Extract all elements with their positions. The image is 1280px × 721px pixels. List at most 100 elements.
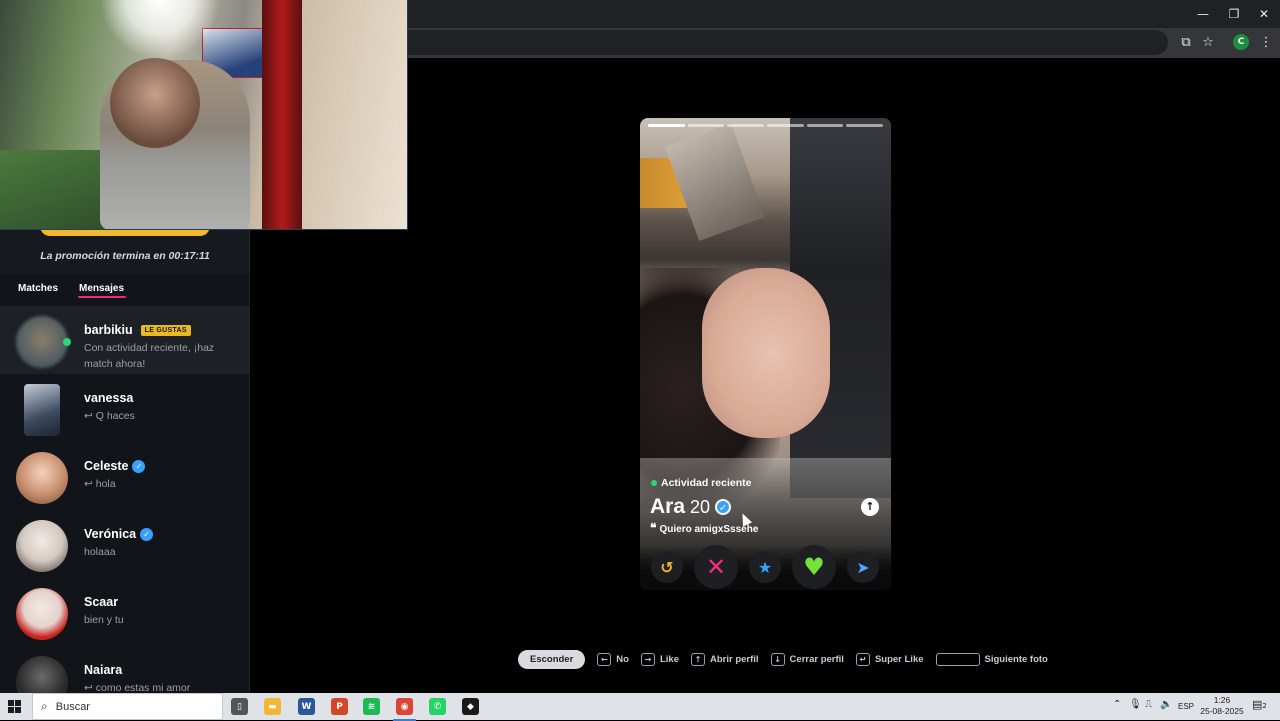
active-tab-indicator — [78, 296, 126, 298]
verified-icon: ✓ — [715, 499, 732, 515]
promo-button[interactable] — [40, 230, 210, 236]
clock[interactable]: 1:26 25-08-2025 — [1198, 695, 1246, 717]
message-name: barbikiu LE GUSTAS — [84, 323, 191, 337]
rewind-button[interactable]: ↺ — [651, 551, 683, 583]
nope-button[interactable]: ✕ — [694, 545, 738, 589]
install-app-icon[interactable]: ⧉ — [1178, 34, 1194, 50]
like-button[interactable]: ♥ — [792, 545, 836, 589]
avatar — [24, 384, 60, 436]
open-profile-button[interactable]: ↑ — [861, 498, 879, 516]
message-name: vanessa — [84, 391, 134, 405]
task-view-icon[interactable]: ▯ — [231, 698, 248, 715]
message-preview: ↩ hola — [84, 478, 116, 490]
hint-next-photo: Siguiente foto — [935, 652, 1048, 666]
profile-photo[interactable] — [640, 118, 891, 590]
language-indicator[interactable]: ESP — [1178, 702, 1194, 711]
profile-icon[interactable]: C — [1233, 34, 1249, 50]
message-preview: Con actividad reciente, ¡haz match ahora… — [84, 342, 215, 370]
hide-hints-button[interactable]: Esconder — [518, 649, 586, 669]
restore-button[interactable]: ❐ — [1218, 0, 1250, 28]
message-item-vanessa[interactable]: vanessa ↩ Q haces — [0, 374, 249, 442]
menu-dots-icon[interactable]: ⋮ — [1258, 34, 1274, 50]
minimize-button[interactable]: — — [1187, 0, 1219, 28]
microphone-icon[interactable]: 🎙 — [1129, 699, 1142, 710]
tab-matches[interactable]: Matches — [18, 283, 58, 294]
online-indicator — [63, 338, 71, 346]
hint-super-like: ↵ Super Like — [855, 652, 924, 666]
message-name: Naiara — [84, 663, 123, 677]
photo-progress-segment[interactable] — [727, 124, 764, 127]
chrome-icon[interactable]: ◉ — [393, 698, 416, 721]
reply-icon: ↩ — [84, 682, 93, 693]
powerpoint-icon[interactable]: P — [331, 698, 348, 715]
photo-progress-segment[interactable] — [806, 124, 844, 127]
photo-chair — [665, 123, 765, 241]
likes-you-badge: LE GUSTAS — [140, 324, 191, 336]
profile-age: 20 — [690, 497, 711, 517]
online-indicator — [651, 480, 657, 486]
message-item-scaar[interactable]: Scaar bien y tu — [0, 578, 249, 646]
photo-progress-segment[interactable] — [687, 124, 725, 127]
message-item-barbikiu[interactable]: barbikiu LE GUSTAS Con actividad recient… — [0, 306, 249, 374]
photo-progress-segment[interactable] — [648, 124, 685, 127]
volume-icon[interactable]: 🔈 — [1160, 699, 1172, 710]
arrow-right-key-icon: → — [640, 652, 655, 666]
hint-open-profile: ↑ Abrir perfil — [690, 652, 759, 666]
message-item-naiara[interactable]: Naiara ↩ como estas mi amor — [0, 646, 249, 693]
search-icon: ⌕ — [41, 699, 48, 713]
photo-progress-segment[interactable] — [846, 124, 883, 127]
photo-progress-segment[interactable] — [767, 124, 804, 127]
whatsapp-icon[interactable]: ✆ — [429, 698, 446, 715]
hint-no: ← No — [597, 652, 629, 666]
reply-icon: ↩ — [84, 478, 93, 490]
arrow-up-key-icon: ↑ — [690, 652, 705, 666]
spotify-icon[interactable]: ≋ — [363, 698, 380, 715]
hint-close-profile: ↓ Cerrar perfil — [770, 652, 844, 666]
avatar — [16, 316, 68, 368]
super-like-button[interactable]: ★ — [749, 551, 781, 583]
verified-icon: ✓ — [140, 527, 154, 541]
boost-button[interactable]: ➤ — [847, 551, 879, 583]
notification-icon[interactable]: ▤2 — [1252, 698, 1268, 714]
word-icon[interactable]: W — [298, 698, 315, 715]
avatar — [16, 452, 68, 504]
address-bar[interactable] — [408, 30, 1168, 55]
avatar — [16, 656, 68, 693]
avatar — [16, 520, 68, 572]
message-preview: ↩ Q haces — [84, 410, 135, 422]
roblox-icon[interactable]: ◆ — [462, 698, 479, 715]
messages-sidebar: La promoción termina en 00:17:11 Matches… — [0, 230, 250, 693]
network-icon[interactable]: ⎍ — [1145, 699, 1152, 710]
message-name: Celeste ✓ — [84, 459, 146, 473]
close-window-button[interactable]: ✕ — [1248, 0, 1280, 28]
message-name: Scaar — [84, 595, 119, 609]
verified-icon: ✓ — [132, 459, 146, 473]
message-item-celeste[interactable]: Celeste ✓ ↩ hola — [0, 442, 249, 510]
message-name: Verónica ✓ — [84, 527, 154, 541]
photo-face — [702, 268, 830, 438]
taskbar-search[interactable]: ⌕ Buscar — [32, 693, 223, 720]
quote-icon: ❝ — [650, 521, 657, 535]
arrow-down-key-icon: ↓ — [770, 652, 785, 666]
recent-activity-label: Actividad reciente — [651, 477, 751, 489]
webcam-overlay — [0, 0, 408, 230]
windows-taskbar: ⌕ Buscar ▯ ▬ W P ≋ ◉ ✆ ◆ ⌃ 🎙 ⎍ 🔈 ESP 1:26 25-08… — [0, 693, 1280, 721]
enter-key-icon: ↵ — [855, 652, 870, 666]
promo-countdown: La promoción termina en 00:17:11 — [40, 250, 210, 262]
sidebar-tabs: Matches Mensajes — [0, 274, 249, 302]
avatar — [16, 588, 68, 640]
file-explorer-icon[interactable]: ▬ — [264, 698, 281, 715]
message-preview: holaaa — [84, 546, 116, 558]
tray-chevron-icon[interactable]: ⌃ — [1113, 699, 1121, 710]
profile-name: Ara 20 ✓ — [650, 495, 732, 519]
keyboard-hints: Esconder ← No → Like ↑ Abrir perfil ↓ Cerrar… — [518, 649, 1060, 669]
hint-like: → Like — [640, 652, 679, 666]
bookmark-star-icon[interactable]: ☆ — [1200, 34, 1216, 50]
profile-card[interactable]: Actividad reciente Ara 20 ✓ ❝ Quiero amig… — [640, 118, 891, 590]
webcam-curtain — [262, 0, 302, 229]
message-item-veronica[interactable]: Verónica ✓ holaaa — [0, 510, 249, 578]
start-button[interactable] — [8, 700, 21, 713]
reply-icon: ↩ — [84, 410, 93, 422]
tab-messages[interactable]: Mensajes — [79, 283, 124, 294]
message-preview: bien y tu — [84, 614, 124, 626]
